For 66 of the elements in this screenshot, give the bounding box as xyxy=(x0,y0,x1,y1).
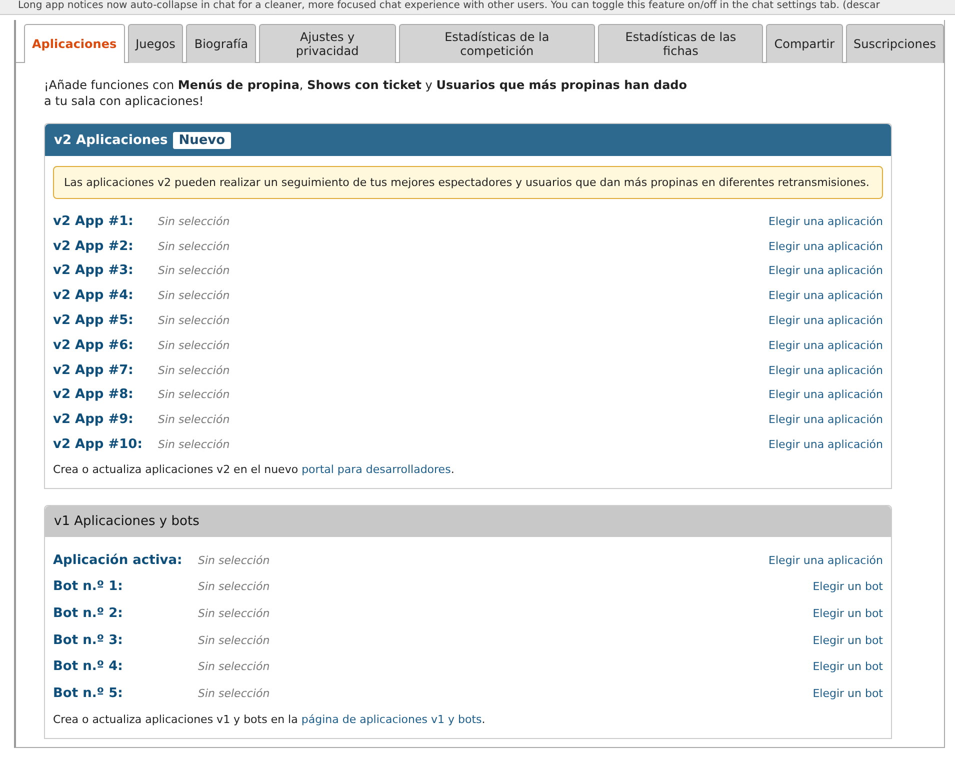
slot-value: Sin selección xyxy=(158,364,231,377)
tab[interactable]: Compartir xyxy=(766,24,843,63)
choose-link[interactable]: Elegir un bot xyxy=(812,660,883,674)
panel-title: v1 Aplicaciones y bots xyxy=(54,514,200,529)
tab[interactable]: Estadísticas de la competición xyxy=(398,24,596,63)
slot-value: Sin selección xyxy=(198,554,271,567)
slot-value: Sin selección xyxy=(198,660,271,674)
choose-link[interactable]: Elegir una aplicación xyxy=(768,264,883,278)
choose-link[interactable]: Elegir una aplicación xyxy=(768,388,883,402)
tab[interactable]: Juegos xyxy=(128,24,184,63)
choose-link[interactable]: Elegir una aplicación xyxy=(768,438,883,452)
slot-label: v2 App #2: xyxy=(53,238,134,254)
intro-text: ¡Añade funciones con Menús de propina, Shows con ticket y Usuarios que más propinas han dado a tu sala con aplicaciones! xyxy=(44,77,688,109)
slot-value: Sin selección xyxy=(158,314,231,328)
new-badge: Nuevo xyxy=(172,132,232,148)
slot-value: Sin selección xyxy=(158,214,231,228)
slot-value: Sin selección xyxy=(198,580,271,594)
choose-link[interactable]: Elegir una aplicación xyxy=(768,364,883,377)
announcement-text: Long app notices now auto-collapse in chat for a cleaner, more focused chat experience with other users. You can toggle this feature on/off in the chat settings tab. (descar xyxy=(0,0,955,15)
slot-label: Bot n.º 1: xyxy=(53,579,124,594)
info-notice: Las aplicaciones v2 pueden realizar un seguimiento de tus mejores espectadores y usuarios que dan más propinas en diferentes retransmisiones. xyxy=(53,166,883,199)
footer-text: Crea o actualiza aplicaciones v2 en el nuevo portal para desarrolladores. xyxy=(53,462,456,476)
choose-link[interactable]: Elegir un bot xyxy=(812,580,883,594)
slot-label: v2 App #5: xyxy=(53,313,134,328)
footer-link[interactable]: página de aplicaciones v1 y bots xyxy=(301,712,482,726)
slot-label: Bot n.º 4: xyxy=(53,659,124,674)
slot-value: Sin selección xyxy=(158,438,231,452)
choose-link[interactable]: Elegir un bot xyxy=(812,634,883,647)
slot-label: v2 App #6: xyxy=(53,338,134,353)
slot-value: Sin selección xyxy=(158,264,231,278)
tab[interactable]: Biografía xyxy=(186,24,256,63)
tab[interactable]: Ajustes y privacidad xyxy=(259,24,396,63)
choose-link[interactable]: Elegir una aplicación xyxy=(768,289,883,302)
slot-label: Bot n.º 2: xyxy=(53,606,124,621)
slot-label: v2 App #7: xyxy=(53,362,134,378)
tab[interactable]: Suscripciones xyxy=(846,24,944,63)
panel-title: v2 Aplicaciones xyxy=(54,132,168,148)
slot-value: Sin selección xyxy=(198,634,271,647)
choose-link[interactable]: Elegir una aplicación xyxy=(768,338,883,352)
choose-link[interactable]: Elegir una aplicación xyxy=(768,240,883,253)
footer-text: Crea o actualiza aplicaciones v1 y bots en la página de aplicaciones v1 y bots. xyxy=(53,712,486,726)
slot-value: Sin selección xyxy=(158,388,231,402)
choose-link[interactable]: Elegir una aplicación xyxy=(768,554,883,567)
slot-value: Sin selección xyxy=(158,413,231,426)
tab[interactable]: Aplicaciones xyxy=(24,24,125,63)
slot-label: Bot n.º 3: xyxy=(53,632,124,648)
slot-label: Aplicación activa: xyxy=(53,552,184,568)
slot-label: v2 App #3: xyxy=(53,263,134,278)
tab[interactable]: Estadísticas de las fichas xyxy=(598,24,764,63)
choose-link[interactable]: Elegir una aplicación xyxy=(768,214,883,228)
slot-value: Sin selección xyxy=(158,289,231,302)
slot-label: v2 App #8: xyxy=(53,387,134,402)
slot-label: v2 App #1: xyxy=(53,214,134,229)
slot-value: Sin selección xyxy=(198,686,271,700)
choose-link[interactable]: Elegir un bot xyxy=(812,686,883,700)
slot-value: Sin selección xyxy=(198,606,271,620)
choose-link[interactable]: Elegir un bot xyxy=(812,606,883,620)
footer-link[interactable]: portal para desarrolladores xyxy=(302,462,451,476)
slot-value: Sin selección xyxy=(158,338,231,352)
choose-link[interactable]: Elegir una aplicación xyxy=(768,413,883,426)
choose-link[interactable]: Elegir una aplicación xyxy=(768,314,883,328)
slot-label: v2 App #4: xyxy=(53,288,134,304)
slot-label: v2 App #9: xyxy=(53,412,134,428)
slot-label: v2 App #10: xyxy=(53,437,144,452)
slot-value: Sin selección xyxy=(158,240,231,253)
slot-label: Bot n.º 5: xyxy=(53,686,124,701)
